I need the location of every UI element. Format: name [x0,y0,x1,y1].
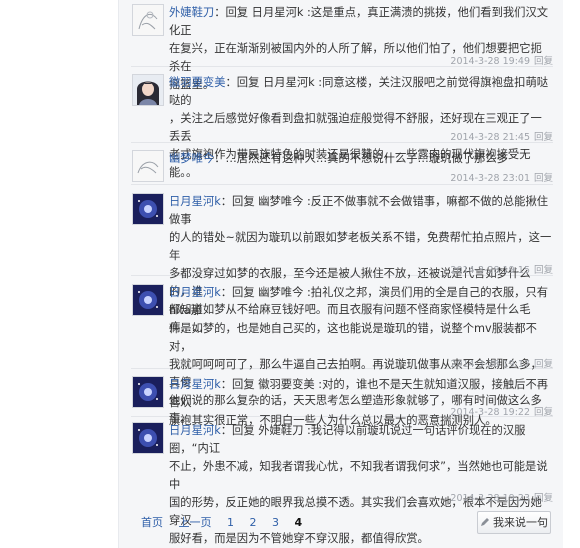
timestamp: 2014-3-28 19:15 [450,265,530,276]
list-item: 日月星河k：回复 外婕鞋刀 :我记得以前璇玑说过一句话评价现在的汉服圈，“内讧 … [131,422,553,545]
avatar-girl-icon [133,75,163,105]
avatar-galaxy-icon [133,377,163,407]
user-name-link[interactable]: 日月星河k [169,195,221,208]
list-item: 日月星河k：回复 幽梦唯今 :反正不做事就不会做错事，嘛都不做的总能揪住做事 的… [131,193,553,334]
comment-body: ：…居然还有这种人…真的不想说什么了…璇玑做了那么多 [214,152,508,165]
avatar[interactable] [132,74,164,106]
page-margin-left [0,0,118,548]
page-1-link[interactable]: 1 [227,516,234,529]
avatar[interactable] [132,150,164,182]
avatar-galaxy-icon [133,285,163,315]
avatar[interactable] [132,193,164,225]
avatar-galaxy-icon [133,423,163,453]
page-3-link[interactable]: 3 [272,516,279,529]
reply-link[interactable]: 回复 [534,132,553,143]
reply-link[interactable]: 回复 [534,407,553,418]
post-meta: 2014-3-28 21:45 回复 [450,129,553,143]
pencil-icon [481,518,489,526]
user-name-link[interactable]: 日月星河k [169,286,221,299]
list-item: 外婕鞋刀：回复 日月星河k :这是重点，真正满溃的挑拨，他们看到我们汉文化正 在… [131,4,553,91]
avatar[interactable] [132,284,164,316]
post-meta: 2014-3-28 19:15 回复 [450,262,553,276]
reply-link[interactable]: 回复 [534,493,553,504]
user-name-link[interactable]: 外婕鞋刀 [169,6,214,19]
avatar-galaxy-icon [133,194,163,224]
first-page-link[interactable]: 首页 [141,516,163,529]
post-meta: 2014-3-28 19:17 回复 [450,356,553,370]
list-item: 日月星河k：回复 徽羽要变美 :对的，谁也不是天生就知道汉服，接触后不再喜欢 旗… [131,376,553,427]
user-name-link[interactable]: 日月星河k [169,378,221,391]
reply-link[interactable]: 回复 [534,173,553,184]
avatar[interactable] [132,422,164,454]
avatar[interactable] [132,4,164,36]
post-meta: 2014-3-28 19:22 回复 [450,404,553,418]
current-page: 4 [294,516,303,529]
post-meta: 2014-3-28 19:23 回复 [450,490,553,504]
pagination: 首页 上一页 1 2 3 4 [141,514,314,530]
post-meta: 2014-3-28 23:01 回复 [450,170,553,184]
avatar-drawing-icon [133,5,163,35]
timestamp: 2014-3-28 19:17 [450,359,530,370]
list-item: 日月星河k：回复 幽梦唯今 :拍礼仪之邦，演员们用的全是自己的衣服，只有hita… [131,284,553,425]
timestamp: 2014-3-28 21:45 [450,132,530,143]
user-name-link[interactable]: 徽羽要变美 [169,76,226,89]
user-name-link[interactable]: 幽梦唯今 [169,152,214,165]
post-meta: 2014-3-28 19:49 回复 [450,53,553,67]
timestamp: 2014-3-28 23:01 [450,173,530,184]
say-something-button[interactable]: 我来说一句 [477,511,551,534]
list-item: 徽羽要变美：回复 日月星河k :同意这楼，关注汉服吧之前觉得旗袍盘扣萌哒哒的 ，… [131,74,553,179]
timestamp: 2014-3-28 19:22 [450,407,530,418]
user-name-link[interactable]: 日月星河k [169,424,221,437]
page-2-link[interactable]: 2 [250,516,257,529]
list-item: 幽梦唯今：…居然还有这种人…真的不想说什么了…璇玑做了那么多 2014-3-28… [131,150,553,185]
comment-body: ：回复 徽羽要变美 :对的，谁也不是天生就知道汉服，接触后不再喜欢 旗袍其实很正… [169,378,549,427]
reply-link[interactable]: 回复 [534,56,553,67]
prev-page-link[interactable]: 上一页 [179,516,212,529]
timestamp: 2014-3-28 19:49 [450,56,530,67]
reply-link[interactable]: 回复 [534,265,553,276]
page-margin-right [563,0,580,548]
timestamp: 2014-3-28 19:23 [450,493,530,504]
avatar-drawing-icon [133,151,163,181]
comment-text: 幽梦唯今：…居然还有这种人…真的不想说什么了…璇玑做了那么多 [169,150,553,168]
reply-link[interactable]: 回复 [534,359,553,370]
say-something-label: 我来说一句 [493,516,548,529]
reply-panel: 外婕鞋刀：回复 日月星河k :这是重点，真正满溃的挑拨，他们看到我们汉文化正 在… [118,0,564,548]
avatar[interactable] [132,376,164,408]
